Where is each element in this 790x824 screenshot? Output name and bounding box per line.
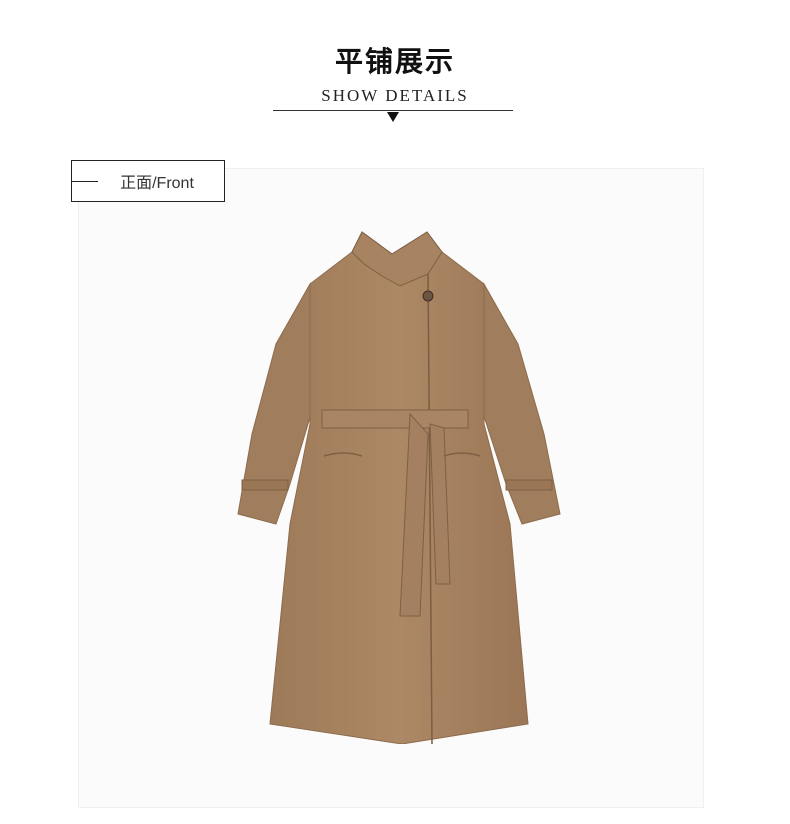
front-view-label-text: 正面/Front — [120, 175, 194, 192]
section-subtitle: SHOW DETAILS — [321, 86, 469, 105]
header-divider — [273, 110, 513, 111]
section-title: 平铺展示 — [334, 45, 455, 78]
coat-belt — [321, 409, 469, 429]
coat-button — [422, 290, 434, 302]
product-image — [237, 231, 561, 744]
right-cuff-tab — [505, 479, 553, 491]
front-view-label: 正面/Front — [71, 160, 225, 202]
triangle-down-icon — [387, 112, 399, 122]
label-tick-line — [72, 181, 98, 182]
section-header: 平铺展示 SHOW DETAILS — [0, 0, 790, 130]
left-cuff-tab — [241, 479, 289, 491]
